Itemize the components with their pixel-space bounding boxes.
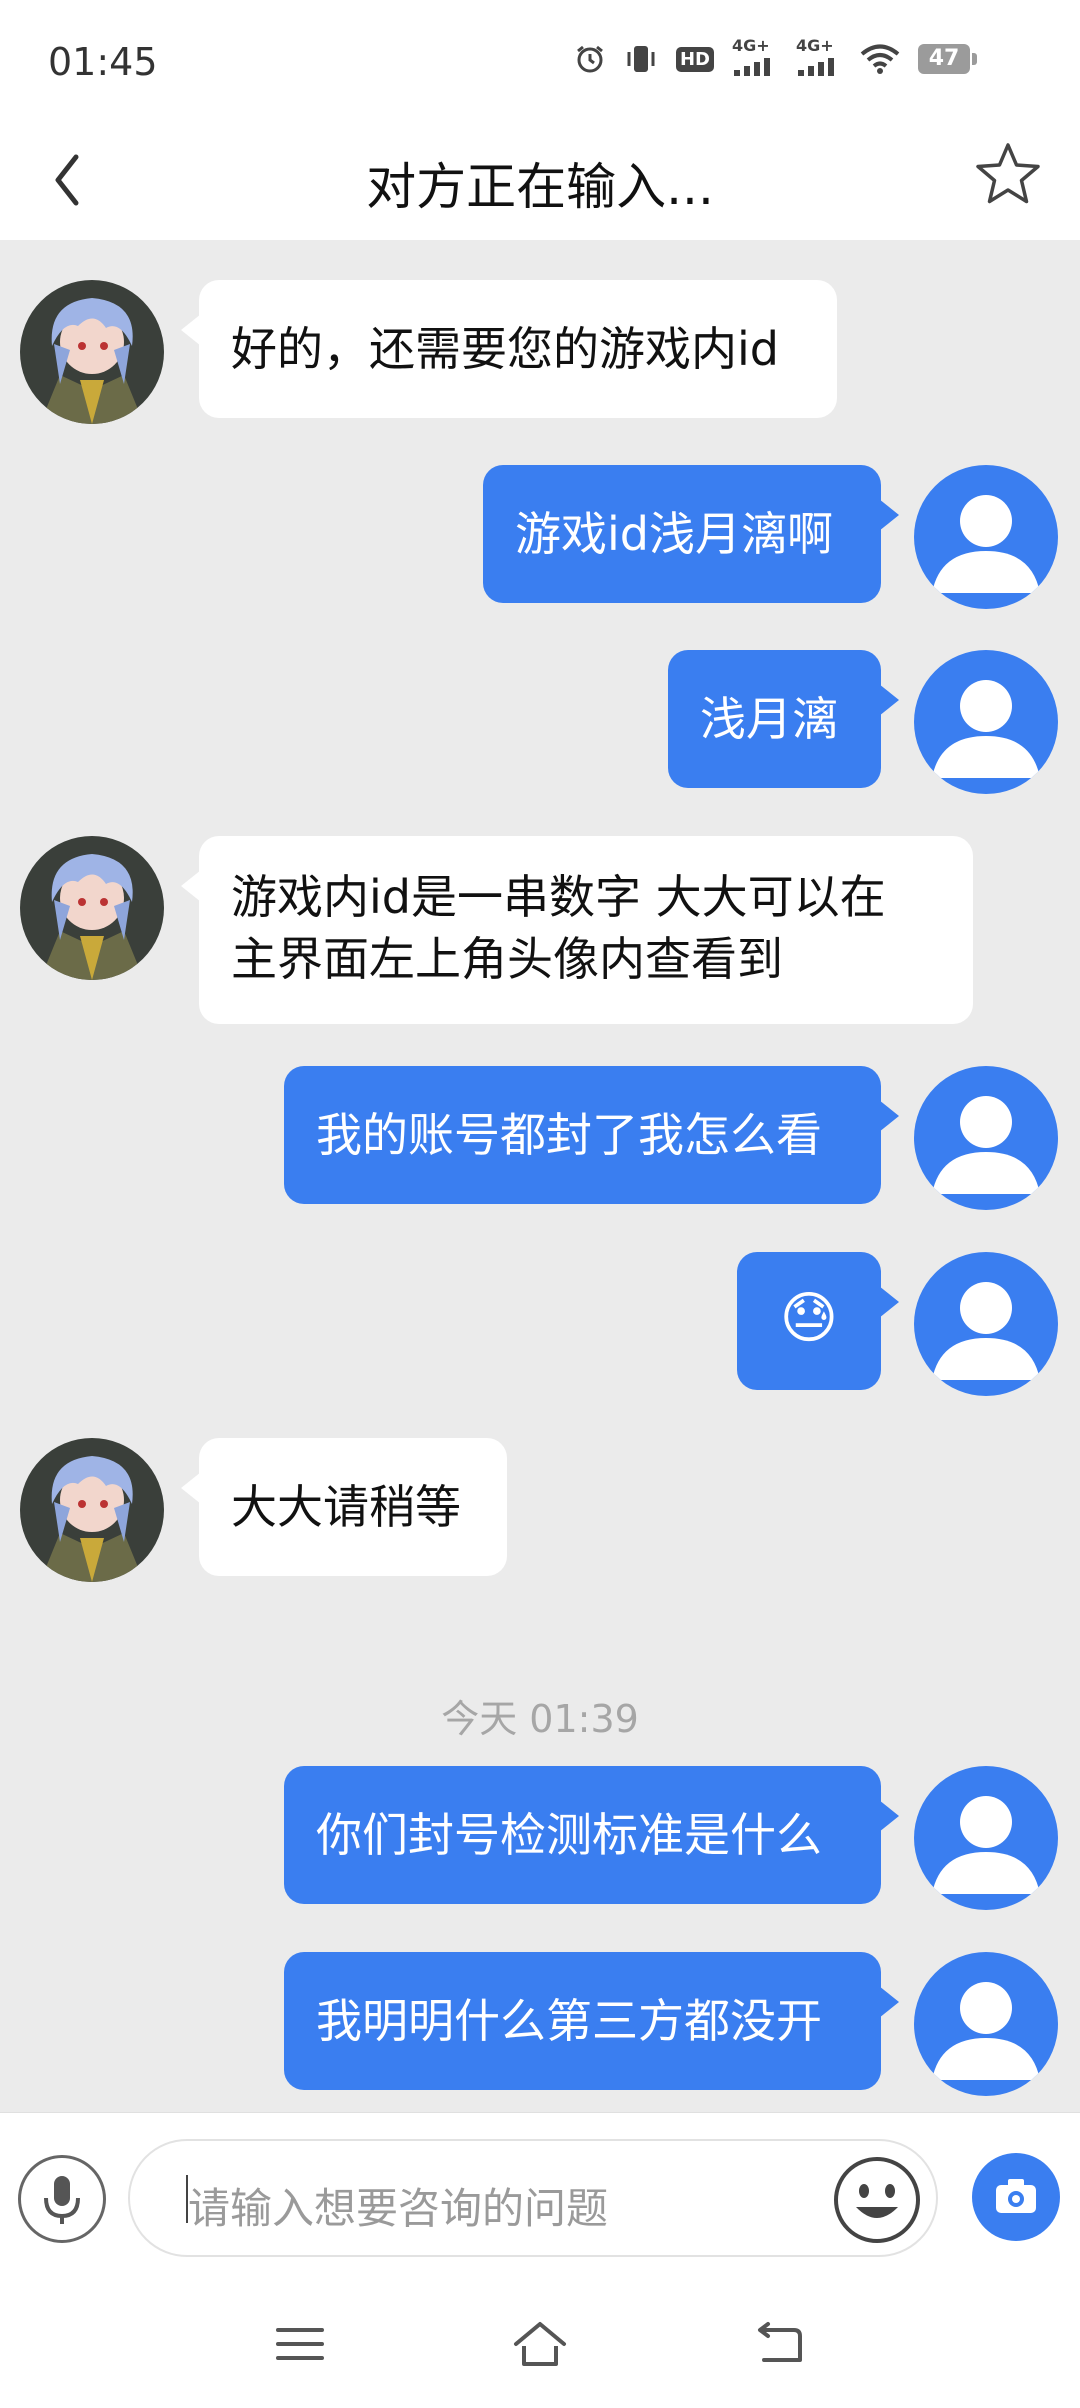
message-text: 我的账号都封了我怎么看 [316, 1108, 822, 1162]
message-bubble[interactable]: 游戏id浅月漓啊 [483, 465, 899, 603]
star-icon[interactable] [972, 139, 1044, 211]
chat-timestamp: 今天 01:39 [441, 1697, 639, 1741]
message-outgoing: 我的账号都封了我怎么看 [0, 1066, 1080, 1216]
message-bubble[interactable]: 你们封号检测标准是什么 [284, 1766, 899, 1904]
user-avatar[interactable] [914, 1766, 1058, 1910]
message-outgoing: 你们封号检测标准是什么 [0, 1766, 1080, 1916]
user-avatar[interactable] [914, 650, 1058, 794]
user-avatar[interactable] [914, 1952, 1058, 2096]
voice-input-button[interactable] [18, 2155, 106, 2243]
camera-icon [996, 2179, 1036, 2213]
signal-2-icon: 4G+ [796, 36, 842, 76]
message-emoji: 😓 [779, 1286, 839, 1351]
home-icon[interactable] [512, 2316, 568, 2372]
system-nav-bar [0, 2272, 1080, 2408]
status-bar: 01:45 HD 4G+ 4G+ 47 [0, 0, 1080, 125]
message-bubble[interactable]: 我明明什么第三方都没开 [284, 1952, 899, 2090]
message-text: 好的，还需要您的游戏内id [231, 322, 779, 376]
message-incoming: 大大请稍等 [0, 1438, 1080, 1588]
message-bubble[interactable]: 浅月漓 [668, 650, 899, 788]
message-bubble[interactable]: 好的，还需要您的游戏内id [181, 280, 837, 418]
vibrate-icon [627, 46, 655, 72]
battery-indicator: 47 [918, 44, 977, 74]
alarm-icon [577, 45, 603, 73]
message-text-line: 主界面左上角头像内查看到 [231, 932, 783, 986]
message-text: 你们封号检测标准是什么 [316, 1808, 822, 1862]
message-bubble[interactable]: 大大请稍等 [181, 1438, 507, 1576]
status-time: 01:45 [48, 40, 158, 84]
agent-avatar[interactable] [20, 280, 164, 424]
message-text: 大大请稍等 [231, 1480, 461, 1534]
back-arrow-icon[interactable] [752, 2316, 808, 2372]
user-avatar[interactable] [914, 465, 1058, 609]
user-avatar[interactable] [914, 1066, 1058, 1210]
input-bar: 请输入想要咨询的问题 [0, 2112, 1080, 2273]
message-text: 浅月漓 [700, 692, 838, 746]
chat-header: 对方正在输入... [0, 125, 1080, 240]
message-outgoing: 浅月漓 [0, 650, 1080, 800]
menu-icon[interactable] [272, 2316, 328, 2372]
user-avatar[interactable] [914, 1252, 1058, 1396]
agent-avatar[interactable] [20, 1438, 164, 1582]
message-outgoing: 我明明什么第三方都没开 [0, 1952, 1080, 2102]
message-input[interactable]: 请输入想要咨询的问题 [128, 2139, 938, 2257]
message-bubble[interactable]: 😓 [737, 1252, 899, 1390]
smiley-icon[interactable] [832, 2155, 922, 2245]
camera-button[interactable] [972, 2153, 1060, 2241]
message-text: 游戏id浅月漓啊 [515, 507, 833, 561]
signal-1-icon: 4G+ [732, 36, 778, 76]
message-text: 我明明什么第三方都没开 [316, 1994, 822, 2048]
agent-avatar[interactable] [20, 836, 164, 980]
message-outgoing: 游戏id浅月漓啊 [0, 465, 1080, 615]
message-bubble[interactable]: 我的账号都封了我怎么看 [284, 1066, 899, 1204]
page-title: 对方正在输入... [366, 158, 714, 216]
input-placeholder: 请输入想要咨询的问题 [188, 2184, 609, 2233]
chat-area[interactable]: 好的，还需要您的游戏内id 游戏id浅月漓啊 浅月漓 游戏内id是一串数字 大大… [0, 240, 1080, 2110]
message-bubble[interactable]: 游戏内id是一串数字 大大可以在 主界面左上角头像内查看到 [181, 836, 973, 1024]
message-text-line: 游戏内id是一串数字 大大可以在 [231, 870, 886, 924]
status-icons: HD 4G+ 4G+ 47 [574, 36, 977, 76]
message-incoming: 好的，还需要您的游戏内id [0, 240, 1080, 424]
wifi-icon [860, 44, 900, 74]
microphone-icon [44, 2176, 80, 2224]
message-outgoing: 😓 [0, 1252, 1080, 1402]
message-incoming: 游戏内id是一串数字 大大可以在 主界面左上角头像内查看到 [0, 836, 1080, 1036]
hd-icon: HD [675, 46, 714, 72]
